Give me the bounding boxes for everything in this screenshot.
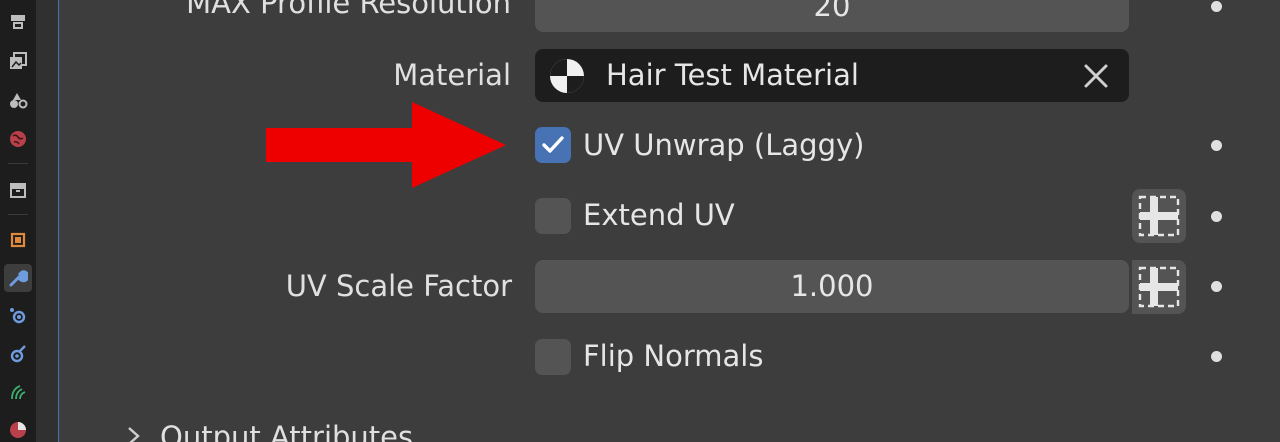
annotation-arrow <box>266 102 506 188</box>
tab-output[interactable] <box>4 8 32 36</box>
driver-grid-icon <box>1138 195 1180 237</box>
uv-scale-factor-label: UV Scale Factor <box>285 269 512 303</box>
modifier-tab-icon <box>9 270 28 287</box>
material-tab-icon <box>10 422 26 438</box>
animate-property-dot[interactable] <box>1211 281 1222 292</box>
material-field[interactable]: Hair Test Material <box>535 49 1129 102</box>
object-tab-icon <box>10 232 26 248</box>
tab-material[interactable] <box>4 416 32 442</box>
extend-uv-checkbox[interactable] <box>535 198 571 234</box>
tab-particles[interactable] <box>4 302 32 330</box>
tab-constraints[interactable] <box>4 378 32 406</box>
tab-separator <box>8 163 28 164</box>
scene-tab-icon <box>10 93 28 109</box>
tab-physics[interactable] <box>4 340 32 368</box>
output-tab-icon <box>11 15 25 29</box>
properties-tab-strip <box>0 0 36 442</box>
collection-tab-icon <box>10 183 26 198</box>
view-layer-tab-icon <box>10 52 27 69</box>
clear-material-icon[interactable] <box>1080 60 1112 92</box>
chevron-right-icon[interactable] <box>124 424 144 442</box>
material-sphere-icon <box>550 59 584 93</box>
tab-world[interactable] <box>4 125 32 153</box>
tab-view-layer[interactable] <box>4 47 32 75</box>
max-profile-resolution-field[interactable]: 20 <box>535 0 1129 32</box>
decorator-button[interactable] <box>1132 260 1186 314</box>
constraints-tab-icon <box>11 385 26 400</box>
physics-tab-icon <box>10 345 26 363</box>
tab-object[interactable] <box>4 226 32 254</box>
tab-separator <box>8 214 28 215</box>
particles-tab-icon <box>10 308 26 324</box>
checkmark-icon <box>542 136 564 153</box>
decorator-button[interactable] <box>1132 189 1186 243</box>
uv-unwrap-checkbox[interactable] <box>535 127 571 163</box>
tab-scene[interactable] <box>4 86 32 114</box>
material-name: Hair Test Material <box>606 58 859 92</box>
animate-property-dot[interactable] <box>1211 140 1222 151</box>
flip-normals-checkbox[interactable] <box>535 339 571 375</box>
animate-property-dot[interactable] <box>1211 1 1222 12</box>
driver-grid-icon <box>1138 266 1180 308</box>
properties-editor: MAX Profile Resolution 20 Material Hair … <box>0 0 1280 442</box>
flip-normals-label[interactable]: Flip Normals <box>583 339 763 373</box>
tab-modifiers[interactable] <box>4 264 32 292</box>
world-tab-icon <box>10 131 26 147</box>
material-label: Material <box>393 58 511 92</box>
uv-unwrap-label[interactable]: UV Unwrap (Laggy) <box>583 128 864 162</box>
animate-property-dot[interactable] <box>1211 351 1222 362</box>
animate-property-dot[interactable] <box>1211 211 1222 222</box>
tab-collection[interactable] <box>4 176 32 204</box>
output-attributes-subpanel[interactable]: Output Attributes <box>160 420 413 442</box>
max-profile-resolution-label: MAX Profile Resolution <box>186 0 511 20</box>
uv-scale-factor-field[interactable]: 1.000 <box>535 260 1129 313</box>
extend-uv-label[interactable]: Extend UV <box>583 198 735 232</box>
